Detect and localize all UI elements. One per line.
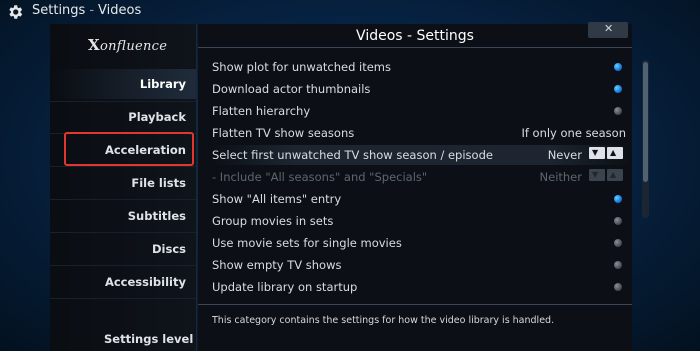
setting-label: Group movies in sets — [212, 214, 334, 228]
toggle-on-icon[interactable] — [614, 195, 622, 203]
toggle-off-icon[interactable] — [614, 261, 622, 269]
gear-icon — [9, 5, 23, 19]
menu-divider — [50, 166, 196, 167]
arrow-down-icon: ▼ — [592, 148, 599, 157]
menu-item-subtitles[interactable]: Subtitles — [128, 209, 186, 223]
setting-label: Download actor thumbnails — [212, 82, 371, 96]
setting-row-flatten-seasons[interactable]: Flatten TV show seasons If only one seas… — [212, 123, 630, 143]
setting-label: Use movie sets for single movies — [212, 236, 402, 250]
spinner-up-button: ▲ — [607, 169, 623, 181]
spinner-up-button[interactable]: ▲ — [607, 147, 623, 159]
toggle-on-icon[interactable] — [614, 63, 622, 71]
breadcrumb-current: Videos — [98, 3, 142, 18]
menu-divider — [50, 232, 196, 233]
setting-label: Show plot for unwatched items — [212, 60, 392, 74]
setting-label: Select first unwatched TV show season / … — [212, 148, 493, 162]
spinner-down-button: ▼ — [589, 169, 605, 181]
setting-row-all-items-entry[interactable]: Show "All items" entry — [212, 189, 630, 209]
skin-logo: Xonfluence — [88, 36, 168, 54]
toggle-on-icon[interactable] — [614, 85, 622, 93]
toggle-off-icon[interactable] — [614, 217, 622, 225]
setting-row-include-all-seasons: - Include "All seasons" and "Specials" N… — [212, 167, 630, 187]
arrow-down-icon: ▼ — [592, 170, 599, 179]
setting-row-flatten-hierarchy[interactable]: Flatten hierarchy — [212, 101, 630, 121]
toggle-off-icon[interactable] — [614, 107, 622, 115]
setting-label: Show empty TV shows — [212, 258, 342, 272]
setting-row-movie-sets-single[interactable]: Use movie sets for single movies — [212, 233, 630, 253]
menu-item-file-lists[interactable]: File lists — [131, 176, 186, 190]
menu-item-accessibility[interactable]: Accessibility — [105, 275, 186, 289]
settings-scrollbar[interactable] — [642, 60, 649, 218]
breadcrumb-root: Settings — [32, 3, 86, 18]
footer-divider — [198, 304, 632, 305]
menu-item-library[interactable]: Library — [140, 77, 186, 91]
setting-row-actor-thumbs[interactable]: Download actor thumbnails — [212, 79, 630, 99]
header-bar: Settings - Videos — [0, 0, 700, 24]
category-description: This category contains the settings for … — [212, 315, 555, 326]
setting-label: Flatten TV show seasons — [212, 126, 355, 140]
menu-item-discs[interactable]: Discs — [152, 242, 186, 256]
menu-divider — [50, 265, 196, 266]
breadcrumb: Settings - Videos — [32, 3, 141, 18]
setting-label: Flatten hierarchy — [212, 104, 311, 118]
setting-row-empty-tv-shows[interactable]: Show empty TV shows — [212, 255, 630, 275]
title-divider — [198, 47, 632, 48]
setting-value: Never — [547, 148, 582, 162]
spinner-down-button[interactable]: ▼ — [589, 147, 605, 159]
menu-item-playback[interactable]: Playback — [128, 110, 186, 124]
settings-level-button[interactable]: Settings level — [104, 332, 193, 346]
toggle-off-icon[interactable] — [614, 283, 622, 291]
setting-label: Update library on startup — [212, 280, 358, 294]
toggle-off-icon[interactable] — [614, 239, 622, 247]
setting-row-first-unwatched[interactable]: Select first unwatched TV show season / … — [212, 145, 630, 165]
arrow-up-icon: ▲ — [610, 170, 617, 179]
setting-value: Neither — [539, 170, 582, 184]
focus-highlight-box — [64, 132, 194, 166]
panel-title: Videos - Settings — [356, 28, 474, 44]
setting-row-update-on-startup[interactable]: Update library on startup — [212, 277, 630, 297]
breadcrumb-separator: - — [89, 3, 95, 18]
menu-divider — [50, 298, 196, 299]
arrow-up-icon: ▲ — [610, 148, 617, 157]
setting-row-show-plot[interactable]: Show plot for unwatched items — [212, 57, 630, 77]
menu-divider — [50, 101, 196, 102]
setting-value: If only one season — [521, 126, 626, 140]
setting-label: Show "All items" entry — [212, 192, 342, 206]
setting-label: - Include "All seasons" and "Specials" — [212, 170, 428, 184]
menu-divider — [50, 199, 196, 200]
setting-row-group-movies[interactable]: Group movies in sets — [212, 211, 630, 231]
scrollbar-thumb[interactable] — [643, 62, 648, 182]
